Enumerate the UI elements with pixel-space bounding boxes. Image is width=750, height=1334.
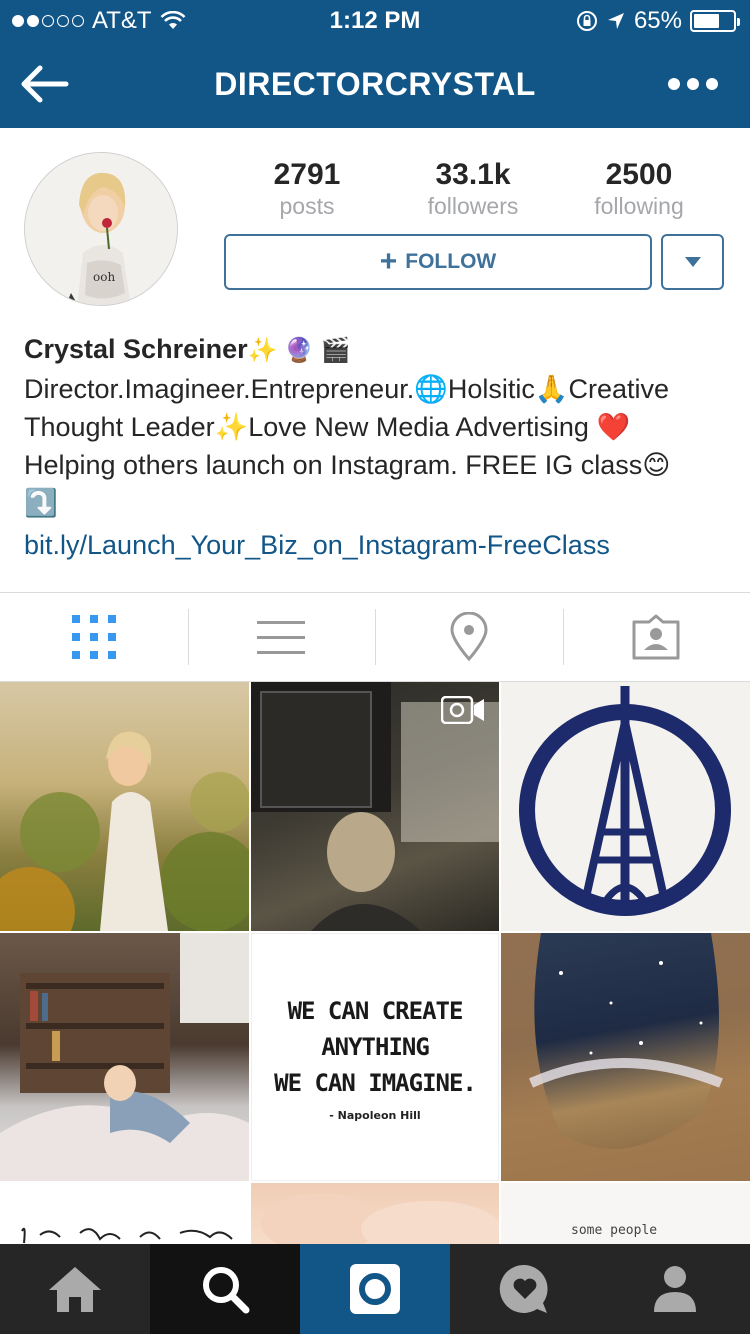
nav-bar: DIRECTORCRYSTAL [0,40,750,128]
avatar[interactable]: ooh [24,152,178,306]
following-stat[interactable]: 2500 following [556,158,722,220]
rotation-lock-icon [576,11,597,31]
photo-thumbnail[interactable] [251,1183,499,1244]
search-icon [203,1267,250,1314]
top-bar: AT&T 1:12 PM 65% DIRECTORCRYSTAL [0,0,750,128]
posts-label: posts [279,193,335,219]
quote-text: WE CAN CREATE ANYTHING WE CAN IMAGINE. [274,993,477,1101]
more-dot [706,78,718,90]
battery-icon [690,10,740,32]
list-icon [257,620,306,654]
followers-label: followers [427,193,519,219]
bio-line: Helping others launch on Instagram. FREE… [24,450,671,480]
posts-stat: 2791 posts [224,158,390,220]
svg-text:ooh: ooh [93,270,115,284]
profile-icon [654,1266,696,1312]
photo-text: some people [571,1223,658,1238]
profile-name: Crystal Schreiner [24,334,248,364]
profile-view-tabs [0,592,750,682]
bio-line: Thought Leader✨Love New Media Advertisin… [24,412,631,442]
photo-thumbnail[interactable]: some people [501,1183,750,1244]
grid-icon [71,615,116,659]
bio-line: Director.Imagineer.Entrepreneur.🌐Holsiti… [24,374,669,404]
more-dot [687,78,699,90]
photo-image [261,1193,499,1244]
plus-icon: + [379,245,398,278]
home-icon [49,1267,101,1312]
heart-bubble-icon [499,1264,548,1313]
bottom-nav [0,1244,750,1334]
quote-thumbnail[interactable]: WE CAN CREATE ANYTHING WE CAN IMAGINE. -… [251,933,499,1181]
photo-thumbnail[interactable] [501,682,750,931]
video-camera-icon [441,696,484,724]
quote-author: - Napoleon Hill [329,1108,421,1122]
follow-label: FOLLOW [405,250,497,273]
tab-grid[interactable] [0,593,188,681]
tab-tagged[interactable] [562,593,750,681]
tab-map[interactable] [375,593,563,681]
quote-line: WE CAN IMAGINE. [274,1068,477,1097]
bio-link-row: bit.ly/Launch_Your_Biz_on_Instagram-Free… [24,526,734,564]
more-options-button[interactable] [668,72,724,96]
peace-for-paris-image [519,686,731,916]
location-pin-icon [450,612,488,662]
page-title: DIRECTORCRYSTAL [214,66,536,102]
photo-grid: WE CAN CREATE ANYTHING WE CAN IMAGINE. -… [0,682,750,1244]
following-label: following [594,193,684,219]
handwriting-image [21,1227,233,1244]
quote-line: WE CAN CREATE [287,996,464,1025]
photo-thumbnail[interactable] [0,933,249,1181]
profile-stats: 2791 posts 33.1k followers 2500 followin… [224,158,724,220]
follow-button[interactable]: + FOLLOW [224,234,652,290]
status-bar: AT&T 1:12 PM 65% [0,0,750,40]
tagged-person-icon [632,614,680,660]
suggested-users-dropdown-button[interactable] [661,234,724,290]
caret-down-icon [684,257,701,267]
posts-count: 2791 [273,158,341,191]
photo-thumbnail[interactable] [0,1183,249,1244]
nav-explore-button[interactable] [150,1244,300,1334]
status-right: 65% [576,7,740,35]
profile-bio: Crystal Schreiner✨ 🔮 🎬 Director.Imaginee… [24,330,734,564]
photo-image [0,933,249,1181]
photo-image [0,731,249,931]
battery-percent: 65% [633,7,682,34]
profile-name-line: Crystal Schreiner✨ 🔮 🎬 [24,330,734,370]
followers-stat[interactable]: 33.1k followers [390,158,556,220]
nav-activity-button[interactable] [450,1244,600,1334]
video-thumbnail[interactable] [251,682,499,931]
more-dot [668,78,680,90]
tab-list[interactable] [187,593,376,681]
camera-icon [350,1264,400,1314]
following-count: 2500 [605,158,673,191]
nav-profile-button[interactable] [600,1244,750,1334]
followers-count: 33.1k [435,158,511,191]
quote-line: ANYTHING [321,1032,430,1061]
avatar-photo: ooh [25,153,177,305]
photo-image [501,933,750,1181]
photo-thumbnail[interactable] [0,682,249,931]
photo-thumbnail[interactable] [501,933,750,1181]
location-arrow-icon [607,13,624,29]
nav-camera-button[interactable] [300,1244,450,1334]
bio-link[interactable]: bit.ly/Launch_Your_Biz_on_Instagram-Free… [24,530,610,560]
name-emojis: ✨ 🔮 🎬 [247,337,351,364]
bio-line: ⤵️ [24,488,58,518]
battery-level [694,14,719,28]
nav-home-button[interactable] [0,1244,150,1334]
